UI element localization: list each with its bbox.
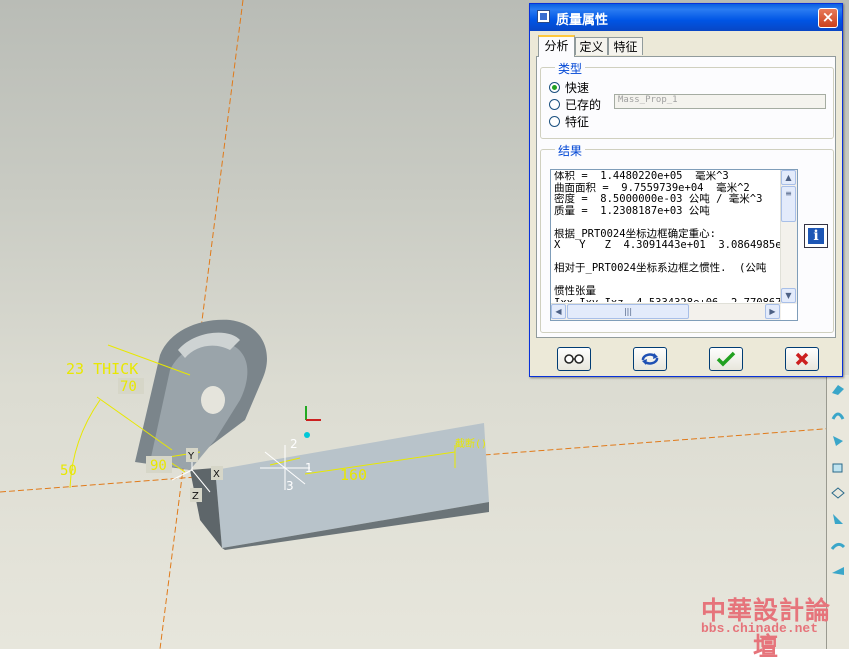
radio-feature[interactable]: 特征 xyxy=(549,113,589,130)
info-icon: i xyxy=(808,228,824,244)
dim-ref-label[interactable]: 截断() xyxy=(455,437,487,450)
radio-saved[interactable]: 已存的 xyxy=(549,96,601,113)
dialog-titlebar[interactable]: 质量属性 × xyxy=(530,4,842,31)
tool-rib-icon[interactable] xyxy=(828,559,848,583)
axis-label-1: 1 xyxy=(305,461,313,475)
tool-sweep-icon[interactable] xyxy=(828,429,848,453)
vertical-scroll-thumb[interactable]: ≡ xyxy=(781,186,796,222)
results-line: 密度 = 8.5000000e-03 公吨 / 毫米^3 xyxy=(554,193,763,205)
radio-quick-dot[interactable] xyxy=(549,82,560,93)
radio-quick-label: 快速 xyxy=(565,81,590,95)
glasses-icon xyxy=(564,354,584,364)
results-group-legend: 结果 xyxy=(555,142,586,159)
analysis-panel: 类型 快速 已存的 特征 Mass_Prop_1 结果 体积 = 1.44802… xyxy=(536,56,836,338)
results-line: X Y Z 4.3091443e+01 3.0864985e+0 xyxy=(554,239,780,251)
tool-plane-icon[interactable] xyxy=(828,481,848,505)
info-button[interactable]: i xyxy=(804,224,828,248)
results-line: 惯性张量 xyxy=(554,285,596,297)
forum-watermark: 中華設計論壇 bbs.chinade.net xyxy=(691,591,841,661)
cancel-button[interactable] xyxy=(785,347,819,371)
tool-shell-icon[interactable] xyxy=(828,533,848,557)
dim-160-label[interactable]: 160 xyxy=(340,466,367,484)
dim-50-label[interactable]: 50 xyxy=(60,463,77,479)
tab-feature[interactable]: 特征 xyxy=(608,37,643,55)
radio-feature-label: 特征 xyxy=(565,115,590,129)
results-text-area[interactable]: 体积 = 1.4480220e+05 毫米^3 曲面面积 = 9.7559739e… xyxy=(550,169,798,321)
radio-feature-dot[interactable] xyxy=(549,116,560,127)
tab-definition[interactable]: 定义 xyxy=(575,37,608,55)
scroll-right-icon[interactable]: ▶ xyxy=(765,304,780,319)
glasses-button[interactable] xyxy=(557,347,591,371)
vertical-scrollbar[interactable]: ▲ ≡ ▼ xyxy=(780,170,797,304)
results-line: 相对于_PRT0024坐标系边框之惯性. (公吨 xyxy=(554,262,767,274)
scroll-down-icon[interactable]: ▼ xyxy=(781,288,796,303)
radio-saved-dot[interactable] xyxy=(549,99,560,110)
ok-button[interactable] xyxy=(709,347,743,371)
results-line: 质量 = 1.2308187e+03 公吨 xyxy=(554,204,710,217)
dialog-title: 质量属性 xyxy=(556,13,609,28)
csys-z-label: Z xyxy=(192,491,199,502)
dim-90-label[interactable]: 90 xyxy=(150,458,167,474)
radio-saved-label: 已存的 xyxy=(565,98,602,112)
repeat-button[interactable] xyxy=(633,347,667,371)
tool-blend-icon[interactable] xyxy=(828,507,848,531)
saved-name-field[interactable]: Mass_Prop_1 xyxy=(614,94,826,109)
results-line xyxy=(554,217,780,229)
radio-quick[interactable]: 快速 xyxy=(549,79,589,96)
part-hole xyxy=(201,386,225,414)
watermark-url: bbs.chinade.net xyxy=(701,621,819,636)
results-line: 体积 = 1.4480220e+05 毫米^3 xyxy=(554,171,729,182)
dim-70-label[interactable]: 70 xyxy=(120,379,137,395)
dim-thick-label[interactable]: 23 THICK xyxy=(66,360,138,378)
scroll-left-icon[interactable]: ◀ xyxy=(551,304,566,319)
window-icon xyxy=(537,10,550,23)
results-group: 结果 体积 = 1.4480220e+05 毫米^3 曲面面积 = 9.75597… xyxy=(540,142,834,333)
axis-label-2: 2 xyxy=(290,437,298,451)
csys-y-label: Y xyxy=(187,451,195,462)
scroll-up-icon[interactable]: ▲ xyxy=(781,170,796,185)
axis-label-3: 3 xyxy=(286,479,294,493)
tool-revolve-icon[interactable] xyxy=(828,403,848,427)
type-group: 类型 快速 已存的 特征 Mass_Prop_1 xyxy=(540,60,834,139)
cancel-icon xyxy=(795,352,809,366)
horizontal-scrollbar[interactable]: ◀ ||| ▶ xyxy=(551,303,781,320)
results-line: Ixx Ixy Ixz 4.5334328e+06 -2.7708672e+ xyxy=(554,297,780,302)
horizontal-scroll-thumb[interactable]: ||| xyxy=(567,304,689,319)
tool-extrude-icon[interactable] xyxy=(828,377,848,401)
mass-properties-dialog: 质量属性 × 分析 定义 特征 类型 快速 已存的 特征 Mass_Prop_1… xyxy=(529,3,843,377)
check-icon xyxy=(716,351,736,367)
repeat-icon xyxy=(641,353,659,365)
type-group-legend: 类型 xyxy=(555,60,586,77)
results-text: 体积 = 1.4480220e+05 毫米^3 曲面面积 = 9.7559739e… xyxy=(554,171,780,302)
tool-box-icon[interactable] xyxy=(828,455,848,479)
triad-z xyxy=(304,432,310,438)
tab-analysis[interactable]: 分析 xyxy=(538,35,575,57)
close-button[interactable]: × xyxy=(818,8,838,28)
csys-x-label: X xyxy=(213,469,220,480)
